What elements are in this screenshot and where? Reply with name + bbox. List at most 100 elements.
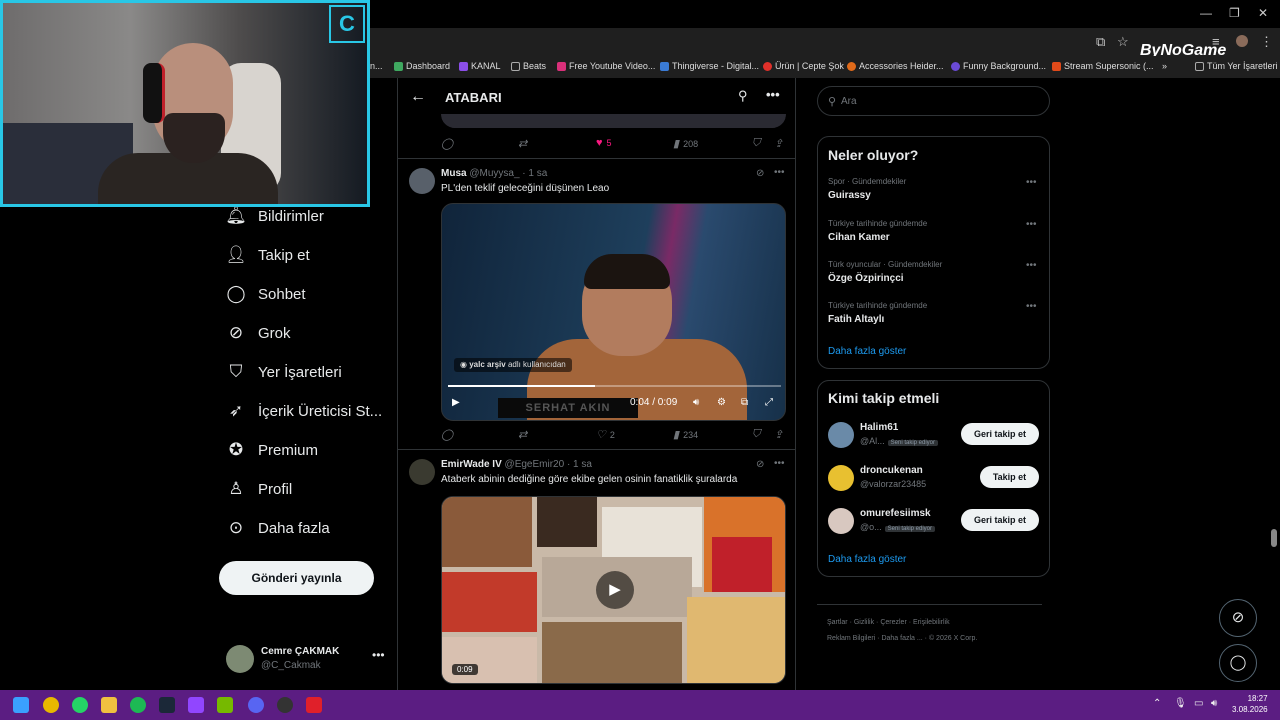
microphone-icon[interactable]: 🎙︎ — [1174, 698, 1187, 709]
avatar[interactable] — [409, 168, 435, 194]
retweet-icon[interactable]: ⇄ — [518, 137, 527, 150]
footer-link[interactable]: Reklam Bilgileri — [827, 635, 875, 642]
account-switcher[interactable]: Cemre ÇAKMAK @C_Cakmak ••• — [226, 643, 386, 675]
volume-icon[interactable]: 🔊︎ — [1211, 698, 1217, 709]
more-icon[interactable]: ••• — [1026, 177, 1037, 188]
pip-icon[interactable]: ⧉ — [741, 397, 748, 408]
bookmark-0[interactable]: n... — [370, 61, 383, 71]
show-more-link[interactable]: Daha fazla göster — [828, 554, 906, 565]
nav-chat[interactable]: ◯ Sohbet — [226, 284, 305, 304]
tweet-time[interactable]: · 1 sa — [567, 459, 592, 470]
footer-link[interactable]: Daha fazla ... — [881, 635, 922, 642]
bookmark-beats[interactable]: Beats — [511, 61, 546, 71]
grok-icon[interactable]: ⊘ — [756, 459, 764, 470]
bookmark-free-youtube[interactable]: Free Youtube Video... — [557, 61, 655, 71]
bookmarks-overflow-icon[interactable]: » — [1162, 61, 1167, 71]
steam-icon[interactable] — [159, 697, 175, 713]
bookmark-kanal[interactable]: KANAL — [459, 61, 501, 71]
avatar[interactable] — [409, 459, 435, 485]
tray-expand-icon[interactable]: ⌃ — [1153, 698, 1161, 709]
nav-creator-studio[interactable]: ➶ İçerik Üreticisi St... — [226, 401, 382, 421]
follow-name[interactable]: omurefesiimsk — [860, 508, 931, 519]
show-more-link[interactable]: Daha fazla göster — [828, 346, 906, 357]
reply-icon[interactable]: ◯ — [441, 137, 453, 150]
more-icon[interactable]: ••• — [1026, 219, 1037, 230]
author-name[interactable]: EmirWade IV — [441, 459, 502, 470]
avatar[interactable] — [828, 422, 854, 448]
more-icon[interactable]: ••• — [774, 167, 785, 178]
obs-icon[interactable] — [277, 697, 293, 713]
video-player[interactable]: ◉ yalc arşiv adlı kullanıcıdan SERHAT AK… — [441, 203, 786, 421]
retweet-icon[interactable]: ⇄ — [518, 428, 527, 441]
bookmark-funny-background[interactable]: Funny Background... — [951, 61, 1046, 71]
like-button[interactable]: ♥ 5 — [596, 137, 612, 149]
footer-link[interactable]: Erişilebilirlik — [913, 619, 950, 626]
trend-item[interactable]: Guirassy — [828, 190, 871, 201]
share-icon[interactable]: ⇪ — [774, 428, 783, 441]
play-icon[interactable]: ▶ — [452, 397, 460, 408]
reply-icon[interactable]: ◯ — [441, 428, 453, 441]
trend-item[interactable]: Fatih Altaylı — [828, 314, 884, 325]
bookmark-icon[interactable]: ⛉ — [752, 137, 760, 150]
trend-item[interactable]: Özge Özpirinçci — [828, 273, 904, 284]
clock[interactable]: 18:27 3.08.2026 — [1232, 693, 1268, 715]
scrollbar[interactable] — [1271, 529, 1277, 547]
previous-media-bottom[interactable] — [441, 114, 786, 128]
search-input[interactable]: ⚲ Ara — [817, 86, 1050, 116]
back-arrow-icon[interactable]: ← — [410, 88, 426, 106]
avatar[interactable] — [828, 508, 854, 534]
minimize-icon[interactable]: — — [1200, 6, 1212, 20]
nav-notifications[interactable]: 🔔︎ Bildirimler — [225, 206, 324, 226]
whatsapp-icon[interactable] — [72, 697, 88, 713]
author-handle[interactable]: @Muyysa_ — [469, 168, 519, 179]
search-icon[interactable]: ⚲ — [738, 88, 748, 104]
bookmark-thingiverse[interactable]: Thingiverse - Digital... — [660, 61, 759, 71]
footer-link[interactable]: Gizlilik — [854, 619, 874, 626]
footer-link[interactable]: Çerezler — [880, 619, 906, 626]
volume-icon[interactable]: 🔊︎ — [693, 397, 699, 408]
avatar[interactable] — [828, 465, 854, 491]
footer-link[interactable]: Şartlar — [827, 619, 848, 626]
author-name[interactable]: Musa — [441, 168, 467, 179]
views-button[interactable]: ▮ 234 — [673, 428, 698, 441]
grok-button[interactable]: ⊘ — [1219, 599, 1257, 637]
more-icon[interactable]: ••• — [1026, 301, 1037, 312]
nav-bookmarks[interactable]: ⛉ Yer İşaretleri — [226, 362, 342, 382]
post-button[interactable]: Gönderi yayınla — [219, 561, 374, 595]
restore-icon[interactable]: ❐ — [1229, 6, 1240, 20]
nav-grok[interactable]: ⊘ Grok — [226, 323, 291, 343]
bookmark-accessories[interactable]: Accessories Heider... — [847, 61, 944, 71]
tweet-time[interactable]: · 1 sa — [522, 168, 547, 179]
more-icon[interactable]: ••• — [372, 648, 385, 662]
follow-name[interactable]: droncukenan — [860, 465, 923, 476]
messages-button[interactable]: ◯ — [1219, 644, 1257, 682]
network-icon[interactable]: ▭ — [1194, 698, 1203, 709]
follow-name[interactable]: Halim61 — [860, 422, 898, 433]
video-progress-bar[interactable] — [448, 385, 781, 387]
bookmark-icon[interactable]: ⛉ — [752, 428, 760, 441]
author-handle[interactable]: @EgeEmir20 — [505, 459, 565, 470]
nav-follow[interactable]: 👤︎ Takip et — [225, 245, 310, 265]
menu-icon[interactable]: ⋮ — [1260, 34, 1273, 50]
twitch-icon[interactable] — [188, 697, 204, 713]
play-icon[interactable]: ▶ — [596, 571, 634, 609]
views-button[interactable]: ▮ 208 — [673, 137, 698, 150]
close-icon[interactable]: ✕ — [1258, 6, 1268, 20]
youtube-icon[interactable] — [306, 697, 322, 713]
settings-icon[interactable]: ⚙ — [717, 397, 726, 408]
follow-button[interactable]: Takip et — [980, 466, 1039, 488]
follow-back-button[interactable]: Geri takip et — [961, 509, 1039, 531]
follow-back-button[interactable]: Geri takip et — [961, 423, 1039, 445]
profile-avatar-icon[interactable] — [1236, 35, 1248, 47]
share-icon[interactable]: ⇪ — [774, 137, 783, 150]
grok-icon[interactable]: ⊘ — [756, 168, 764, 179]
more-icon[interactable]: ••• — [1026, 260, 1037, 271]
more-icon[interactable]: ••• — [774, 458, 785, 469]
windows-start-icon[interactable] — [13, 697, 29, 713]
nav-premium[interactable]: ✪ Premium — [226, 440, 318, 460]
discord-icon[interactable] — [248, 697, 264, 713]
nvidia-icon[interactable] — [217, 697, 233, 713]
chrome-icon[interactable] — [43, 697, 59, 713]
bookmark-cepte-sok[interactable]: Ürün | Cepte Şok — [763, 61, 844, 71]
like-button[interactable]: ♡ 2 — [596, 428, 615, 441]
